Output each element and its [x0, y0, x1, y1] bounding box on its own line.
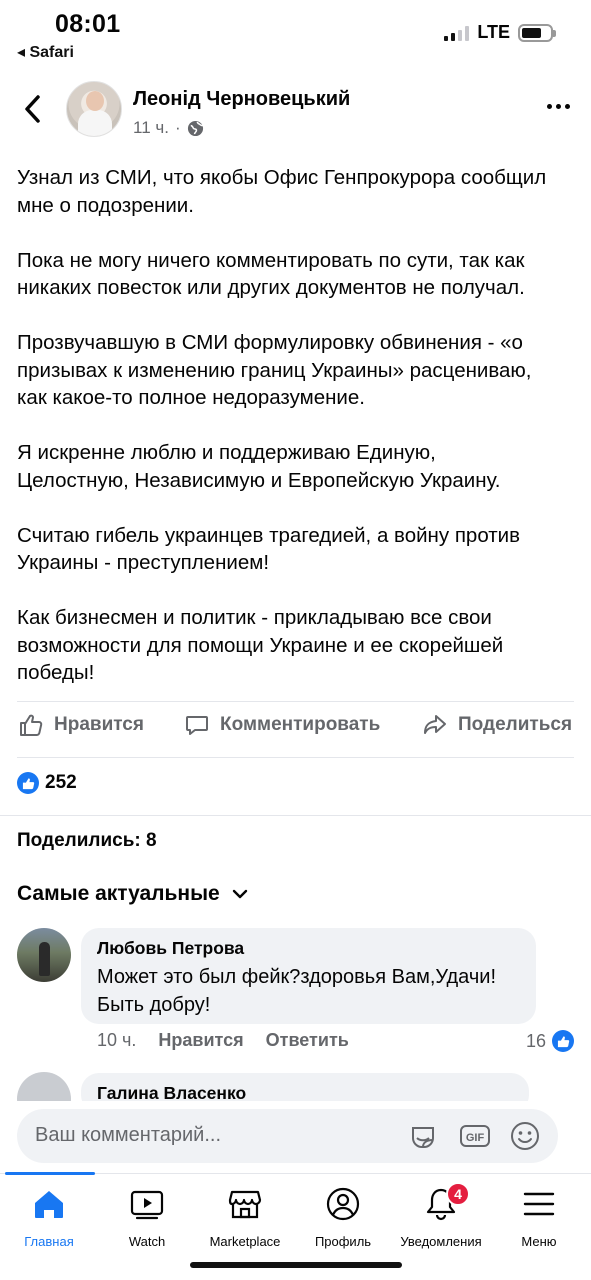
signal-icon [444, 25, 470, 41]
network-type: LTE [477, 22, 510, 42]
menu-icon [523, 1192, 555, 1216]
comment-text: Может это был фейк?здоровья Вам,Удачи! Б… [97, 966, 497, 1016]
like-reaction-icon [17, 772, 39, 794]
tab-label: Профиль [314, 1234, 372, 1249]
share-button[interactable]: Поделиться [422, 712, 572, 738]
globe-icon [187, 120, 203, 136]
post-paragraph: Прозвучавшую в СМИ формулировку обвинени… [17, 331, 532, 409]
comment-reply-button[interactable]: Ответить [266, 1030, 349, 1051]
profile-icon [326, 1187, 360, 1221]
comment-input-placeholder: Ваш комментарий... [35, 1124, 222, 1146]
share-label: Поделиться [458, 714, 573, 735]
tab-label: Marketplace [209, 1234, 281, 1249]
comment-author[interactable]: Любовь Петрова [97, 938, 520, 959]
like-label: Нравится [54, 714, 144, 735]
like-button[interactable]: Нравится [18, 712, 144, 738]
divider [17, 701, 574, 702]
post-paragraph: Как бизнесмен и политик - прикладываю вс… [17, 606, 504, 684]
tab-menu[interactable]: Меню [490, 1186, 588, 1249]
tab-profile[interactable]: Профиль [294, 1186, 392, 1249]
active-tab-indicator [5, 1172, 95, 1175]
post-paragraph: Пока не могу ничего комментировать по су… [17, 248, 525, 300]
tab-marketplace[interactable]: Marketplace [196, 1186, 294, 1249]
tab-label: Уведомления [400, 1234, 482, 1249]
post-paragraph: Считаю гибель украинцев трагедией, а вой… [17, 523, 521, 575]
reactions-count: 252 [45, 772, 77, 793]
post-actions: Нравится Комментировать Поделиться [0, 712, 591, 750]
shares-count[interactable]: Поделились: 8 [17, 830, 157, 852]
emoji-icon[interactable] [509, 1120, 541, 1152]
like-reaction-icon [552, 1030, 574, 1052]
marketplace-icon [228, 1190, 262, 1219]
tab-label: Watch [128, 1234, 166, 1249]
post-text: Узнал из СМИ, что якобы Офис Генпрокурор… [17, 164, 582, 714]
comment-button[interactable]: Комментировать [184, 712, 380, 738]
divider [17, 757, 574, 758]
status-time: 08:01 [55, 10, 121, 38]
comment-bubble: Любовь Петрова Может это был фейк?здоров… [81, 928, 536, 1024]
author-name[interactable]: Леонід Черновецький [133, 88, 350, 111]
chevron-down-icon [232, 889, 247, 899]
tab-label: Меню [521, 1234, 557, 1249]
post-meta: 11 ч. · [133, 118, 204, 138]
meta-separator: · [174, 118, 181, 137]
tab-notifications[interactable]: 4 Уведомления [392, 1182, 490, 1249]
tab-home[interactable]: Главная [0, 1186, 98, 1249]
gif-icon[interactable]: GIF [459, 1120, 491, 1152]
sort-label: Самые актуальные [17, 882, 220, 905]
divider [0, 815, 591, 816]
back-to-safari-link[interactable]: ◂ Safari [17, 42, 74, 62]
status-indicators: LTE [444, 22, 556, 43]
post-paragraph: Я искренне люблю и поддерживаю Единую, Ц… [17, 441, 501, 492]
comment-reactions[interactable]: 16 [526, 1030, 574, 1052]
battery-icon [518, 23, 556, 42]
commenter-avatar[interactable] [17, 928, 71, 982]
more-options-icon[interactable] [547, 104, 570, 109]
share-icon [424, 715, 446, 734]
thumbs-up-icon [20, 714, 43, 736]
tab-watch[interactable]: Watch [98, 1186, 196, 1249]
notification-badge: 4 [446, 1182, 470, 1206]
comment-footer: 10 ч. Нравится Ответить [97, 1030, 349, 1051]
svg-text:GIF: GIF [466, 1132, 485, 1144]
comment-label: Комментировать [220, 714, 381, 735]
comment-icon [186, 716, 208, 735]
sticker-icon[interactable] [407, 1120, 439, 1152]
reactions-summary[interactable]: 252 [17, 772, 77, 794]
comment-composer-bar: Ваш комментарий... GIF [0, 1101, 591, 1173]
post-paragraph: Узнал из СМИ, что якобы Офис Генпрокурор… [17, 166, 547, 217]
comment-like-button[interactable]: Нравится [158, 1030, 243, 1051]
home-indicator[interactable] [190, 1262, 402, 1268]
back-chevron-icon[interactable] [22, 94, 44, 124]
comment-input[interactable]: Ваш комментарий... GIF [17, 1109, 558, 1163]
post-time[interactable]: 11 ч. [133, 118, 169, 138]
home-icon [35, 1191, 63, 1218]
author-avatar[interactable] [66, 81, 122, 137]
tab-label: Главная [24, 1234, 74, 1249]
comments-sort-dropdown[interactable]: Самые актуальные [17, 882, 248, 906]
comment-time: 10 ч. [97, 1030, 137, 1050]
comment-likes-count: 16 [525, 1030, 546, 1051]
watch-icon [130, 1190, 164, 1220]
